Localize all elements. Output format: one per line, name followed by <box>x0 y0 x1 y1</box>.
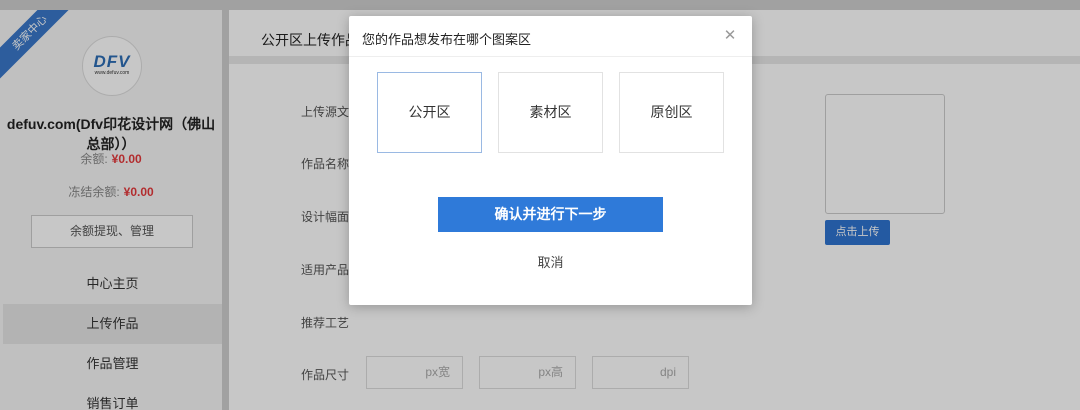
dialog-title: 您的作品想发布在哪个图案区 <box>362 32 532 47</box>
zone-option-original[interactable]: 原创区 <box>619 72 724 153</box>
close-icon[interactable]: ✕ <box>722 28 738 44</box>
zone-option-public[interactable]: 公开区 <box>377 72 482 153</box>
zone-option-material[interactable]: 素材区 <box>498 72 603 153</box>
cancel-button[interactable]: 取消 <box>349 252 752 271</box>
dialog-header: 您的作品想发布在哪个图案区 ✕ <box>349 16 752 57</box>
confirm-next-button[interactable]: 确认并进行下一步 <box>438 197 663 232</box>
zone-select-dialog: 您的作品想发布在哪个图案区 ✕ 公开区 素材区 原创区 确认并进行下一步 取消 <box>349 16 752 305</box>
